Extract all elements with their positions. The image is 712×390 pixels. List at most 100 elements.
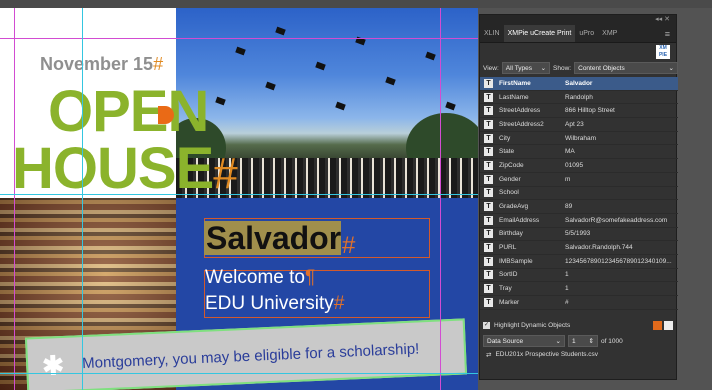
show-select[interactable]: Content Objects ⌄: [574, 62, 678, 74]
content-object-row[interactable]: T SortID 1: [480, 269, 678, 283]
datasource-row: Data Source ⌄ 1 ⇕ of 1000: [483, 335, 623, 347]
datasource-select[interactable]: Data Source ⌄: [483, 335, 565, 347]
field-name: GradeAvg: [499, 203, 529, 211]
field-value: 01095: [565, 161, 584, 169]
field-value: 89: [565, 203, 573, 211]
content-object-row[interactable]: T School: [480, 187, 678, 201]
text-type-icon: T: [484, 92, 493, 102]
field-value: 5/5/1993: [565, 230, 591, 238]
link-icon: ⇄: [486, 352, 492, 359]
field-name: Tray: [499, 285, 512, 293]
text-type-icon: T: [484, 215, 493, 225]
text-type-icon: T: [484, 243, 493, 253]
panel-tabs: XLIN XMPie uCreate Print uPro XMP ≡: [480, 25, 676, 43]
content-object-row[interactable]: T Gender m: [480, 173, 678, 187]
text-type-icon: T: [484, 78, 493, 88]
chevron-down-icon: ⌄: [540, 65, 547, 72]
field-value: Wilbraham: [565, 134, 597, 142]
xmpie-panel[interactable]: ◂◂ ✕ XLIN XMPie uCreate Print uPro XMP ≡…: [479, 14, 678, 380]
field-name: School: [499, 189, 519, 197]
name-pilcrow: #: [342, 232, 356, 259]
view-label: View:: [483, 64, 499, 72]
field-name: PURL: [499, 244, 517, 252]
margin-guide: [440, 8, 441, 390]
content-object-row[interactable]: T Tray 1: [480, 282, 678, 296]
panel-collapse-close[interactable]: ◂◂ ✕: [480, 15, 676, 25]
field-name: StreetAddress: [499, 107, 541, 115]
field-value: Salvador: [565, 79, 593, 87]
welcome-text[interactable]: Welcome to¶ EDU University#: [205, 265, 344, 317]
field-value: Salvador.Randolph.744: [565, 244, 633, 252]
view-select[interactable]: All Types ⌄: [501, 62, 551, 74]
content-object-row[interactable]: T ZipCode 01095: [480, 159, 678, 173]
stepper-arrows-icon: ⇕: [588, 338, 594, 345]
text-type-icon: T: [484, 160, 493, 170]
field-name: State: [499, 148, 515, 156]
tab-ucreate-print[interactable]: XMPie uCreate Print: [503, 25, 576, 42]
content-object-row[interactable]: T IMBSample 1234567890123456789012340109..…: [480, 255, 678, 269]
document-page[interactable]: November 15# OPEN HOUSE# Salvador # Welc…: [0, 8, 478, 390]
field-value: 1234567890123456789012340109...: [565, 257, 672, 265]
field-name: City: [499, 134, 511, 142]
content-object-row[interactable]: T StreetAddress2 Apt 23: [480, 118, 678, 132]
content-object-row[interactable]: T State MA: [480, 145, 678, 160]
field-name: Marker: [499, 298, 520, 306]
field-value: 1: [565, 285, 569, 293]
text-type-icon: T: [484, 284, 493, 294]
content-object-row[interactable]: T LastName Randolph: [480, 91, 678, 105]
title-house[interactable]: HOUSE#: [12, 140, 238, 202]
scholarship-text[interactable]: Montgomery, you may be eligible for a sc…: [82, 340, 420, 372]
highlight-row: ✓ Highlight Dynamic Objects: [483, 321, 673, 330]
content-object-row[interactable]: T PURL Salvador.Randolph.744: [480, 241, 678, 255]
datasource-file[interactable]: ⇄ EDU201x Prospective Students.csv: [486, 351, 598, 359]
margin-guide: [0, 38, 478, 39]
top-bar: [0, 0, 712, 8]
text-type-icon: T: [484, 188, 493, 198]
field-value: m: [565, 175, 571, 183]
tab-xlin[interactable]: XLIN: [480, 25, 504, 42]
csv-filename: EDU201x Prospective Students.csv: [495, 351, 599, 358]
ruler-guide: [82, 8, 83, 390]
chevron-down-icon: ⌄: [668, 65, 674, 72]
content-object-row[interactable]: T City Wilbraham: [480, 132, 678, 146]
field-name: LastName: [499, 93, 529, 101]
tab-upro[interactable]: uPro: [575, 25, 598, 42]
highlight-color-icon[interactable]: [653, 321, 662, 330]
highlight-mode-icon[interactable]: [664, 321, 673, 330]
text-type-icon: T: [484, 133, 493, 143]
content-object-row[interactable]: T Birthday 5/5/1993: [480, 228, 678, 242]
content-object-row[interactable]: T GradeAvg 89: [480, 200, 678, 214]
chevron-down-icon: ⌄: [555, 338, 561, 345]
text-type-icon: T: [484, 106, 493, 116]
ruler-guide: [0, 194, 478, 195]
content-object-list: T FirstName Salvador T LastName Randolph T Stre…: [480, 77, 678, 310]
highlight-label: Highlight Dynamic Objects: [494, 322, 571, 329]
highlight-checkbox[interactable]: ✓: [483, 322, 490, 329]
panel-menu-icon[interactable]: ≡: [659, 25, 676, 42]
field-name: SortID: [499, 271, 518, 279]
field-name: IMBSample: [499, 257, 533, 265]
view-filter-bar: View: All Types ⌄ Show: Content Objects ⌄: [480, 61, 678, 75]
content-object-row[interactable]: T StreetAddress 866 Hilltop Street: [480, 104, 678, 119]
field-value: SalvadorR@somefakeaddress.com: [565, 216, 668, 224]
field-value: MA: [565, 148, 575, 156]
text-type-icon: T: [484, 270, 493, 280]
field-name: StreetAddress2: [499, 120, 544, 128]
field-name: FirstName: [499, 79, 531, 87]
tab-xmp[interactable]: XMP: [598, 25, 621, 42]
text-type-icon: T: [484, 174, 493, 184]
text-type-icon: T: [484, 202, 493, 212]
dynamic-first-name[interactable]: Salvador: [204, 221, 342, 255]
text-type-icon: T: [484, 297, 493, 307]
text-type-icon: T: [484, 256, 493, 266]
content-object-row[interactable]: T EmailAddress SalvadorR@somefakeaddress.c…: [480, 214, 678, 228]
date-text[interactable]: November 15#: [40, 54, 163, 75]
title-open[interactable]: OPEN: [48, 83, 209, 141]
content-object-row[interactable]: T FirstName Salvador: [480, 77, 678, 91]
content-object-row[interactable]: T Marker #: [480, 296, 678, 310]
field-value: Randolph: [565, 93, 593, 101]
record-stepper[interactable]: 1 ⇕: [568, 335, 598, 347]
margin-guide: [14, 8, 15, 390]
asterisk-icon: ✱: [41, 349, 65, 381]
show-label: Show:: [553, 64, 572, 72]
